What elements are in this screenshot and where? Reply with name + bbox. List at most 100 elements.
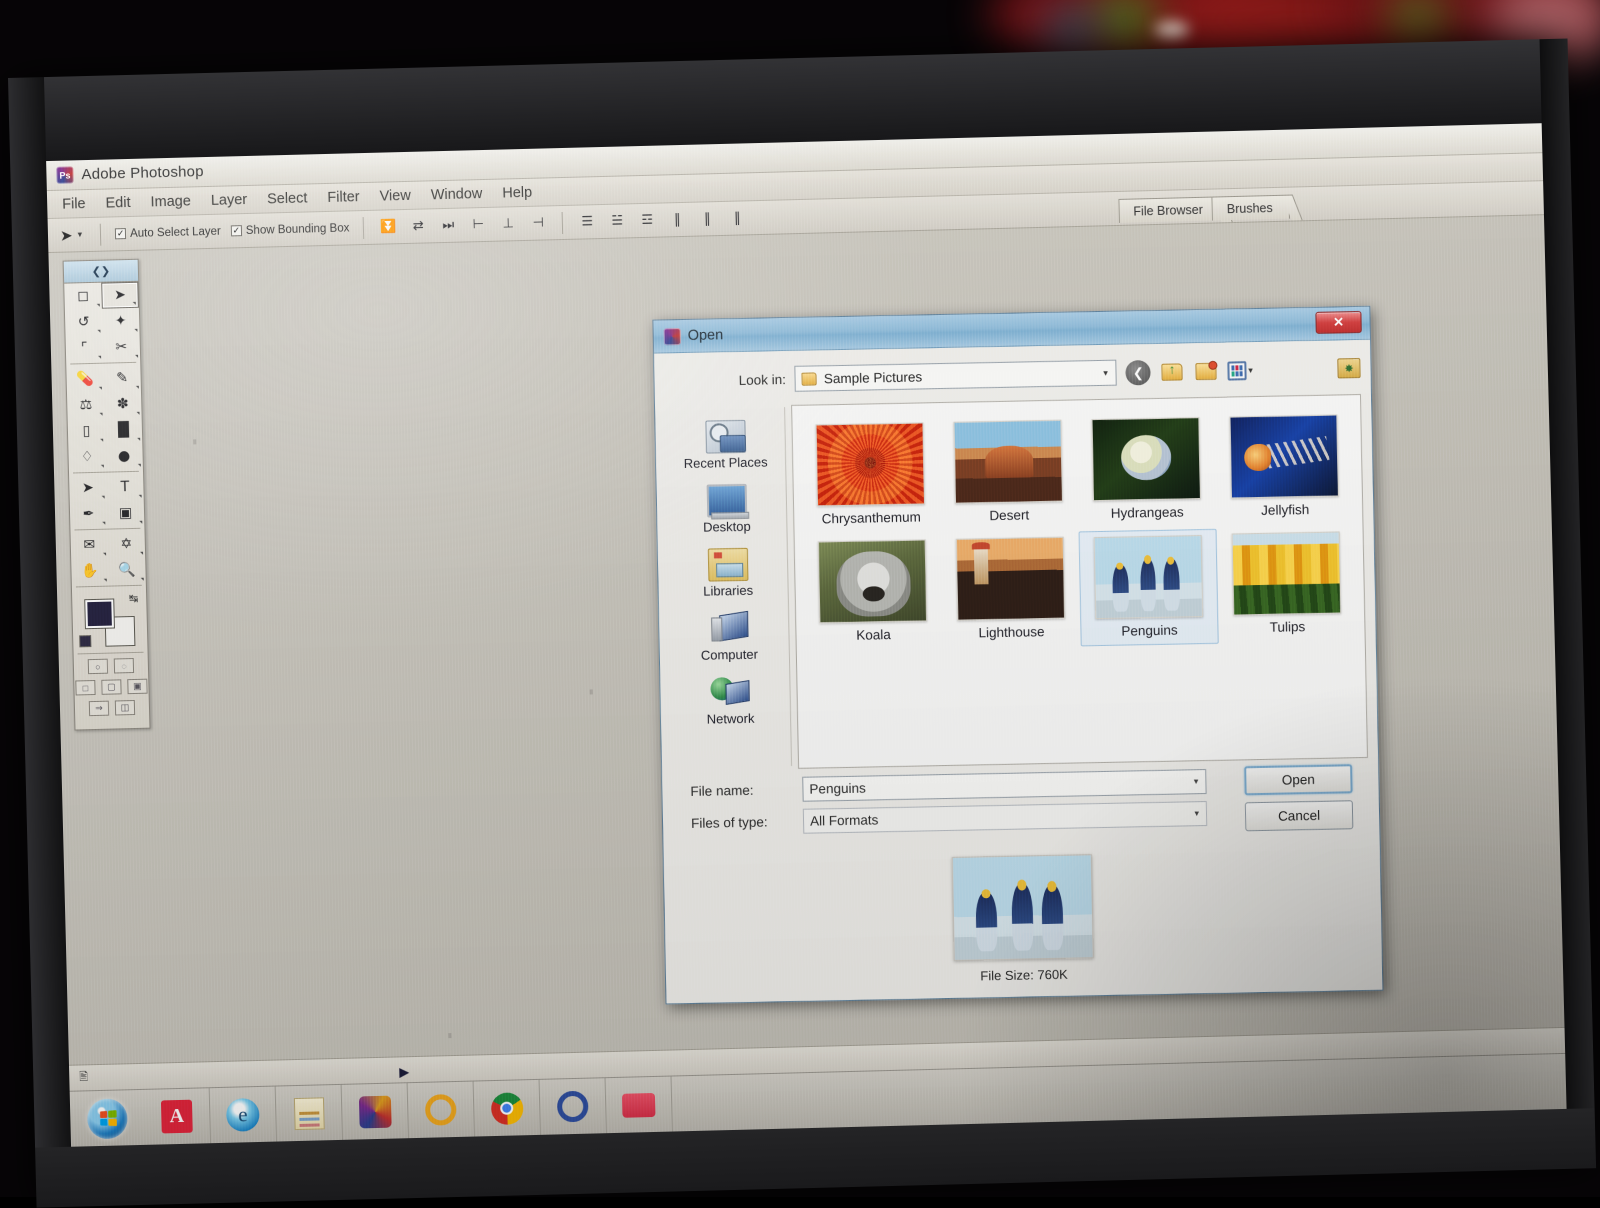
tab-file-browser[interactable]: File Browser xyxy=(1118,196,1221,223)
distribute-left-edges-button[interactable]: ‖ xyxy=(667,209,687,229)
taskbar-item-chrome[interactable] xyxy=(473,1079,541,1137)
file-item-koala[interactable]: Koala xyxy=(803,534,943,652)
taskbar-overflow-arrow[interactable]: ▶ xyxy=(399,1064,409,1080)
brush-icon[interactable]: ✎ xyxy=(103,365,141,392)
align-horizontal-centers-button[interactable]: ⊥ xyxy=(498,214,518,234)
new-folder-button[interactable] xyxy=(1194,358,1219,383)
filename-input[interactable]: Penguins ▾ xyxy=(802,768,1207,802)
file-item-hydrangeas[interactable]: Hydrangeas xyxy=(1076,412,1216,528)
align-top-edges-button[interactable]: ⏬ xyxy=(378,217,398,237)
align-left-edges-button[interactable]: ⊢ xyxy=(468,214,488,234)
taskbar-item-red-app[interactable] xyxy=(605,1076,673,1134)
chevron-down-icon[interactable]: ▾ xyxy=(77,229,82,240)
up-one-level-button[interactable]: ↑ xyxy=(1160,359,1185,384)
sidebar-item-libraries[interactable]: Libraries xyxy=(671,547,784,599)
distribute-right-edges-button[interactable]: ‖ xyxy=(727,208,747,228)
lasso-icon[interactable]: ↺ xyxy=(65,309,103,336)
standard-screen-mode-icon[interactable]: □ xyxy=(75,679,96,696)
filetype-select[interactable]: All Formats ▾ xyxy=(802,800,1208,834)
sidebar-item-computer[interactable]: Computer xyxy=(673,611,786,663)
history-brush-icon[interactable]: ✽ xyxy=(104,391,142,418)
menu-help[interactable]: Help xyxy=(493,181,541,204)
distribute-vertical-centers-button[interactable]: ☱ xyxy=(607,211,627,231)
crop-icon[interactable]: ⌜ xyxy=(66,335,104,362)
file-item-chrysanthemum[interactable]: Chrysanthemum xyxy=(800,417,940,533)
full-screen-menubar-icon[interactable]: ▢ xyxy=(101,679,122,695)
healing-brush-icon[interactable]: 💊 xyxy=(66,366,104,393)
shape-icon[interactable]: ▣ xyxy=(107,500,145,527)
foreground-color-swatch[interactable] xyxy=(84,598,115,630)
zoom-tool-icon[interactable]: 🔍 xyxy=(108,557,146,584)
chevron-down-icon[interactable]: ▾ xyxy=(1103,367,1108,378)
hand-tool-icon[interactable]: ✋ xyxy=(71,558,109,585)
menu-layer[interactable]: Layer xyxy=(202,188,257,211)
imageready-icon[interactable]: ◫ xyxy=(114,699,136,716)
slice-icon[interactable]: ✂ xyxy=(103,334,141,361)
auto-select-layer-checkbox[interactable]: ✓ Auto Select Layer xyxy=(114,225,221,240)
file-item-tulips[interactable]: Tulips xyxy=(1217,526,1357,644)
menu-select[interactable]: Select xyxy=(258,187,317,210)
taskbar-item-photoshop[interactable] xyxy=(341,1083,409,1140)
align-right-edges-button[interactable]: ⊣ xyxy=(528,213,548,233)
quick-mask-mode-icon[interactable]: ◌ xyxy=(113,658,135,674)
gradient-icon[interactable]: █ xyxy=(105,417,143,444)
menu-filter[interactable]: Filter xyxy=(318,185,369,208)
standard-mask-mode-icon[interactable]: ○ xyxy=(87,658,109,675)
dodge-icon[interactable]: ● xyxy=(105,443,143,470)
distribute-bottom-edges-button[interactable]: ☲ xyxy=(637,210,657,230)
show-bounding-box-checkbox[interactable]: ✓ Show Bounding Box xyxy=(230,222,350,237)
file-list[interactable]: Chrysanthemum Desert Hydrangeas Jellyfis… xyxy=(791,393,1368,769)
move-tool-icon[interactable]: ➤ xyxy=(101,281,139,309)
rectangular-marquee-icon[interactable]: ◻ xyxy=(64,283,102,310)
file-item-penguins[interactable]: Penguins xyxy=(1078,528,1219,647)
chevron-down-icon[interactable]: ▾ xyxy=(1194,808,1199,819)
views-button[interactable]: ▾ xyxy=(1227,358,1253,383)
cancel-button[interactable]: Cancel xyxy=(1244,800,1354,832)
default-colors-icon[interactable] xyxy=(79,635,92,648)
chevron-down-icon[interactable]: ▾ xyxy=(1194,776,1199,787)
open-button[interactable]: Open xyxy=(1244,764,1353,796)
blur-icon[interactable]: ♢ xyxy=(68,444,106,471)
distribute-horizontal-centers-button[interactable]: ‖ xyxy=(697,209,717,229)
close-icon[interactable]: ✕ xyxy=(1315,310,1362,334)
menu-edit[interactable]: Edit xyxy=(96,191,140,214)
file-item-jellyfish[interactable]: Jellyfish xyxy=(1214,409,1354,525)
sidebar-item-network[interactable]: Network xyxy=(674,675,787,727)
taskbar-item-opera[interactable] xyxy=(539,1078,607,1135)
toolbox-header[interactable]: ❮❯ xyxy=(63,259,139,284)
full-screen-mode-icon[interactable]: ▣ xyxy=(127,678,148,695)
toolbox-palette[interactable]: ❮❯ ◻ ➤ ↺ ✦ ⌜ ✂ 💊 ✎ ⚖ ✽ ▯ █ ♢ ● ➤ T ✒ ▣ ✉… xyxy=(62,258,151,731)
taskbar-item-ring-app[interactable] xyxy=(407,1081,475,1139)
menu-image[interactable]: Image xyxy=(141,190,200,213)
tools-button[interactable]: ✸ xyxy=(1337,358,1361,379)
magic-wand-icon[interactable]: ✦ xyxy=(102,308,140,335)
type-tool-icon[interactable]: T xyxy=(106,474,144,501)
menu-window[interactable]: Window xyxy=(422,182,492,206)
file-item-lighthouse[interactable]: Lighthouse xyxy=(941,531,1081,649)
sidebar-item-recent-places[interactable]: Recent Places xyxy=(669,419,782,471)
menu-view[interactable]: View xyxy=(370,184,420,207)
notes-icon[interactable]: ✉ xyxy=(71,532,109,559)
back-button[interactable]: ❮ xyxy=(1125,359,1152,386)
clone-stamp-icon[interactable]: ⚖ xyxy=(67,392,105,419)
file-item-desert[interactable]: Desert xyxy=(938,414,1078,530)
chevron-down-icon[interactable]: ▾ xyxy=(1248,365,1253,376)
taskbar-item-internet-explorer[interactable]: e xyxy=(209,1086,277,1144)
swap-colors-icon[interactable]: ↹ xyxy=(129,592,139,605)
taskbar-item-sticky-notes[interactable] xyxy=(275,1084,343,1142)
eyedropper-icon[interactable]: ✡ xyxy=(108,531,146,558)
taskbar-item-adobe-reader[interactable]: A xyxy=(143,1088,212,1145)
align-vertical-centers-button[interactable]: ⇄ xyxy=(408,216,428,236)
start-button[interactable] xyxy=(70,1090,145,1147)
distribute-top-edges-button[interactable]: ☰ xyxy=(577,212,597,232)
eraser-icon[interactable]: ▯ xyxy=(68,418,106,445)
menu-file[interactable]: File xyxy=(53,192,95,215)
color-swatches[interactable]: ↹ xyxy=(72,588,148,652)
lookin-combobox[interactable]: Sample Pictures ▾ xyxy=(794,359,1118,392)
align-bottom-edges-button[interactable]: ⏭ xyxy=(438,215,458,235)
jump-to-imageready-icon[interactable]: ⇒ xyxy=(88,700,110,717)
sidebar-item-desktop[interactable]: Desktop xyxy=(670,483,783,535)
tab-brushes[interactable]: Brushes xyxy=(1211,194,1290,221)
path-selection-icon[interactable]: ➤ xyxy=(69,475,107,502)
pen-icon[interactable]: ✒ xyxy=(70,501,108,528)
